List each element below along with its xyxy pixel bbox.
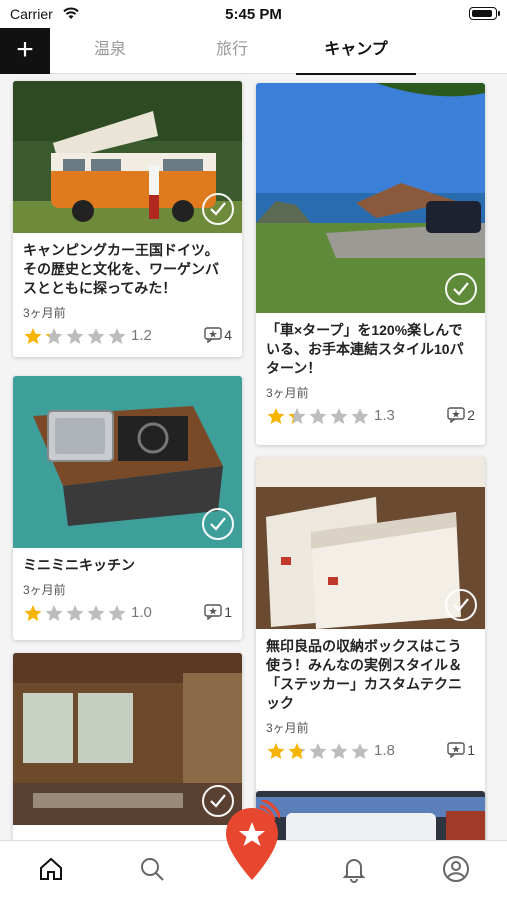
article-title: ミニミニキッチン — [23, 557, 135, 573]
star-icon — [309, 742, 327, 760]
article-title: 無印良品の収納ボックスはこう使う！みんなの実例スタイル＆「ステッカー」カスタムテ… — [266, 638, 462, 711]
article-card[interactable]: キャンピングカー王国ドイツ。その歴史と文化を、ワーゲンバスとともに探ってみた！ … — [13, 81, 242, 357]
star-icon — [87, 604, 105, 622]
checkmark-icon[interactable] — [202, 508, 234, 540]
review-count-text: 1 — [224, 604, 232, 620]
article-photo-storage-box — [256, 457, 485, 629]
rating-row: 1.3 2 — [266, 405, 475, 429]
review-count[interactable]: 1 — [447, 742, 475, 758]
add-category-button[interactable]: + — [0, 28, 50, 74]
status-bar: Carrier 5:45 PM — [0, 0, 507, 28]
rating-value: 1.8 — [374, 742, 395, 759]
checkmark-icon[interactable] — [445, 273, 477, 305]
star-icon — [288, 742, 306, 760]
review-star-icon — [447, 407, 465, 423]
star-icon — [267, 407, 285, 425]
article-age: 3ヶ月前 — [23, 583, 66, 597]
tab-camp[interactable]: キャンプ — [296, 28, 416, 75]
star-rating — [266, 742, 371, 760]
review-count-text: 4 — [224, 327, 232, 343]
star-icon — [108, 604, 126, 622]
bell-icon[interactable] — [340, 855, 368, 883]
rating-row: 1.8 1 — [266, 740, 475, 764]
search-icon[interactable] — [138, 855, 166, 883]
star-icon — [45, 327, 63, 345]
checkmark-icon[interactable] — [445, 589, 477, 621]
article-title: 「車×タープ」を120%楽しんでいる、お手本連結スタイル10パターン！ — [266, 322, 464, 376]
rating-value: 1.0 — [131, 604, 152, 621]
article-age: 3ヶ月前 — [23, 306, 66, 320]
star-icon — [288, 407, 306, 425]
review-count-text: 1 — [467, 742, 475, 758]
article-photo-van — [256, 791, 485, 840]
article-age: 3ヶ月前 — [266, 386, 309, 400]
star-icon — [351, 742, 369, 760]
tab-travel[interactable]: 旅行 — [172, 28, 292, 74]
star-icon — [45, 604, 63, 622]
profile-icon[interactable] — [442, 855, 470, 883]
star-icon — [24, 604, 42, 622]
article-photo-tarp — [256, 83, 485, 313]
star-rating — [266, 407, 371, 425]
tab-onsen[interactable]: 温泉 — [50, 28, 170, 74]
article-card[interactable]: 「車×タープ」を120%楽しんでいる、お手本連結スタイル10パターン！ 3ヶ月前… — [256, 83, 485, 445]
checkmark-icon[interactable] — [202, 193, 234, 225]
article-photo-campervan — [13, 81, 242, 233]
article-age: 3ヶ月前 — [266, 721, 309, 735]
rating-row: 1.2 4 — [23, 325, 232, 349]
review-count[interactable]: 1 — [204, 604, 232, 620]
star-icon — [66, 327, 84, 345]
rating-value: 1.2 — [131, 327, 152, 344]
battery-icon — [469, 7, 500, 20]
star-icon — [108, 327, 126, 345]
article-card[interactable]: 無印良品の収納ボックスはこう使う！みんなの実例スタイル＆「ステッカー」カスタムテ… — [256, 457, 485, 840]
star-rating — [23, 327, 128, 345]
star-icon — [351, 407, 369, 425]
article-card[interactable]: ミニミニキッチン 3ヶ月前 1.0 1 — [13, 376, 242, 640]
review-star-icon — [204, 604, 222, 620]
star-icon — [330, 742, 348, 760]
article-card[interactable] — [256, 791, 485, 840]
review-count[interactable]: 4 — [204, 327, 232, 343]
star-pin-icon[interactable] — [224, 800, 280, 890]
article-photo-kitchen — [13, 376, 242, 548]
review-count[interactable]: 2 — [447, 407, 475, 423]
home-icon[interactable] — [37, 855, 65, 883]
article-card[interactable] — [13, 653, 242, 840]
rating-row: 1.0 1 — [23, 602, 232, 626]
rating-value: 1.3 — [374, 407, 395, 424]
star-icon — [66, 604, 84, 622]
review-count-text: 2 — [467, 407, 475, 423]
review-star-icon — [204, 327, 222, 343]
article-title: キャンピングカー王国ドイツ。その歴史と文化を、ワーゲンバスとともに探ってみた！ — [23, 242, 219, 296]
star-icon — [87, 327, 105, 345]
star-icon — [309, 407, 327, 425]
star-icon — [267, 742, 285, 760]
star-rating — [23, 604, 128, 622]
star-icon — [24, 327, 42, 345]
clock: 5:45 PM — [225, 6, 282, 23]
article-photo-onsen-room — [13, 653, 242, 825]
article-feed[interactable]: キャンピングカー王国ドイツ。その歴史と文化を、ワーゲンバスとともに探ってみた！ … — [0, 75, 507, 840]
category-tabbar: + 温泉 旅行 キャンプ — [0, 28, 507, 75]
review-star-icon — [447, 742, 465, 758]
star-icon — [330, 407, 348, 425]
